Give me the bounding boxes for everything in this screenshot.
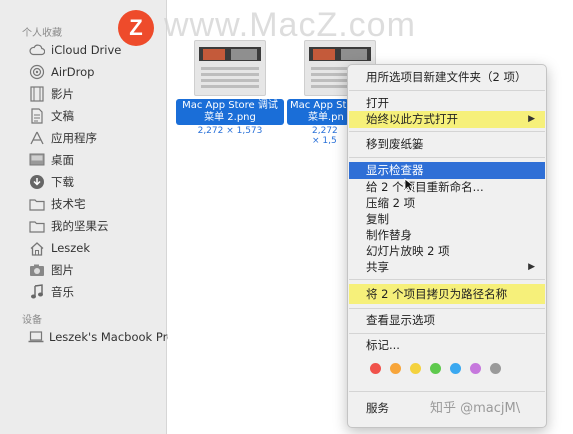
film-icon [28, 86, 46, 102]
tag-purple-icon[interactable] [470, 363, 481, 374]
sidebar-item-label: 我的坚果云 [51, 219, 109, 233]
sidebar-item-nutstore-folder[interactable]: 我的坚果云 [28, 216, 166, 236]
sidebar: 个人收藏 iCloud Drive AirDrop 影片 文稿 应用程序 桌面 … [0, 0, 174, 434]
sidebar-item-label: 文稿 [51, 109, 74, 123]
menu-item-slideshow[interactable]: 幻灯片放映 2 项 [349, 243, 545, 260]
menu-item-open[interactable]: 打开 [349, 95, 545, 112]
sidebar-item-label: AirDrop [51, 65, 95, 79]
sidebar-item-music[interactable]: 音乐 [28, 282, 166, 302]
menu-item-show-inspector[interactable]: 显示检查器 [349, 162, 545, 179]
sidebar-item-downloads[interactable]: 下载 [28, 172, 166, 192]
menu-item-duplicate[interactable]: 复制 [349, 211, 545, 228]
submenu-arrow-icon: ▶ [528, 262, 535, 272]
airdrop-icon [28, 64, 46, 80]
menu-separator [349, 391, 545, 392]
menu-item-move-to-trash[interactable]: 移到废纸篓 [349, 136, 545, 153]
watermark-logo: Z [118, 10, 154, 46]
menu-item-always-open-with[interactable]: 始终以此方式打开 ▶ [349, 111, 545, 128]
tag-orange-icon[interactable] [390, 363, 401, 374]
menu-item-make-alias[interactable]: 制作替身 [349, 227, 545, 244]
laptop-icon [28, 329, 44, 345]
menu-item-label: 共享 [366, 260, 389, 274]
sidebar-item-label: 桌面 [51, 153, 74, 167]
tag-yellow-icon[interactable] [410, 363, 421, 374]
applications-icon [28, 130, 46, 146]
sidebar-item-home[interactable]: Leszek [28, 238, 166, 258]
file-name-label[interactable]: Mac App Store 调试 菜单 2.png [176, 99, 284, 125]
sidebar-item-label: 音乐 [51, 285, 74, 299]
document-icon [28, 108, 46, 124]
folder-icon [28, 218, 46, 234]
menu-item-new-folder-with-selection[interactable]: 用所选项目新建文件夹（2 项） [349, 69, 545, 86]
menu-separator [349, 333, 545, 334]
menu-item-label: 始终以此方式打开 [366, 112, 458, 126]
menu-item-copy-as-pathname[interactable]: 将 2 个项目拷贝为路径名称 [349, 284, 545, 304]
sidebar-item-label: iCloud Drive [51, 43, 122, 57]
cloud-icon [28, 42, 46, 58]
desktop-icon [28, 152, 46, 168]
file-name-label[interactable]: Mac App Store 菜单.pn [287, 99, 349, 125]
sidebar-item-documents[interactable]: 文稿 [28, 106, 166, 126]
file-thumbnail[interactable] [194, 40, 266, 96]
tag-red-icon[interactable] [370, 363, 381, 374]
sidebar-item-label: 下载 [51, 175, 74, 189]
file-dimensions: 2,272 × 1,573 [197, 126, 263, 136]
folder-icon [28, 196, 46, 212]
sidebar-item-label: 应用程序 [51, 131, 97, 145]
tag-gray-icon[interactable] [490, 363, 501, 374]
menu-item-compress[interactable]: 压缩 2 项 [349, 195, 545, 212]
sidebar-item-label: Leszek's Macbook Pro [49, 330, 175, 344]
menu-item-tags[interactable]: 标记... [349, 337, 545, 354]
menu-separator [349, 279, 545, 280]
mouse-pointer-icon [404, 178, 416, 195]
zhihu-watermark: 知乎 @macjM\ [430, 401, 521, 416]
submenu-arrow-icon: ▶ [528, 114, 535, 124]
watermark-text: www.MacZ.com [164, 6, 416, 44]
download-icon [28, 174, 46, 190]
sidebar-item-movies[interactable]: 影片 [28, 84, 166, 104]
menu-item-rename[interactable]: 给 2 个项目重新命名... [349, 179, 545, 196]
sidebar-item-label: 技术宅 [51, 197, 86, 211]
sidebar-item-pictures[interactable]: 图片 [28, 260, 166, 280]
sidebar-item-tech-folder[interactable]: 技术宅 [28, 194, 166, 214]
sidebar-item-label: 影片 [51, 87, 74, 101]
menu-separator [349, 157, 545, 158]
sidebar-item-airdrop[interactable]: AirDrop [28, 62, 166, 82]
menu-item-show-view-options[interactable]: 查看显示选项 [349, 312, 545, 329]
camera-icon [28, 262, 46, 278]
music-icon [28, 284, 46, 300]
context-menu: 用所选项目新建文件夹（2 项） 打开 始终以此方式打开 ▶ 移到废纸篓 显示检查… [347, 64, 547, 428]
menu-item-share[interactable]: 共享 ▶ [349, 259, 545, 276]
sidebar-item-label: 图片 [51, 263, 74, 277]
sidebar-item-label: Leszek [51, 241, 91, 255]
sidebar-item-macbook[interactable]: Leszek's Macbook Pro [28, 327, 174, 347]
devices-section-title: 设备 [22, 315, 42, 326]
file-dimensions: 2,272 × 1,5 [312, 126, 338, 146]
favorites-section-title: 个人收藏 [22, 28, 62, 39]
menu-separator [349, 308, 545, 309]
menu-separator [349, 131, 545, 132]
sidebar-item-applications[interactable]: 应用程序 [28, 128, 166, 148]
tag-green-icon[interactable] [430, 363, 441, 374]
menu-separator [349, 90, 545, 91]
home-icon [28, 240, 46, 256]
sidebar-item-desktop[interactable]: 桌面 [28, 150, 166, 170]
tag-blue-icon[interactable] [450, 363, 461, 374]
